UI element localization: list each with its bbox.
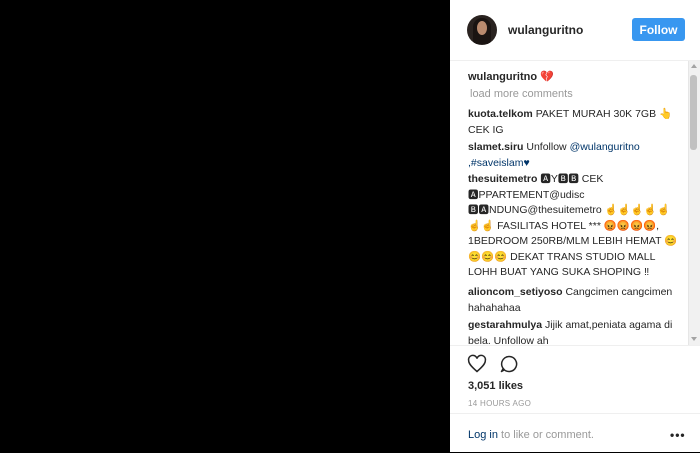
more-options-icon[interactable]: •••	[670, 428, 686, 442]
header-username[interactable]: wulanguritno	[508, 23, 583, 37]
comments-list[interactable]: wulanguritno 💔 load more comments kuota.…	[450, 61, 687, 345]
comment-text: Unfollow	[526, 141, 570, 153]
comment-username[interactable]: alioncom_setiyoso	[468, 286, 563, 298]
caption-username[interactable]: wulanguritno	[468, 71, 537, 83]
caption-text: 💔	[540, 71, 554, 83]
post-panel: wulanguritno Follow wulanguritno 💔 load …	[450, 0, 700, 452]
login-text: to like or comment.	[497, 429, 594, 441]
scroll-up-icon[interactable]	[691, 64, 697, 68]
comments-scrollbar[interactable]	[688, 61, 700, 345]
comment-item: slamet.siru Unfollow @wulanguritno ,#sav…	[468, 140, 682, 171]
comment-item: gestarahmulya Jijik amat,peniata agama d…	[468, 318, 682, 345]
post-header: wulanguritno Follow	[450, 0, 700, 61]
comment-icon[interactable]	[499, 354, 519, 374]
scrollbar-thumb[interactable]	[690, 75, 697, 150]
scroll-down-icon[interactable]	[691, 337, 697, 341]
post-footer: Log in to like or comment. •••	[450, 413, 700, 453]
login-link[interactable]: Log in	[468, 429, 498, 441]
post-media	[0, 0, 450, 452]
comment-username[interactable]: gestarahmulya	[468, 319, 542, 331]
heart-icon[interactable]	[467, 354, 487, 374]
comment-username[interactable]: thesuitemetro	[468, 173, 537, 185]
avatar-face	[477, 21, 487, 35]
comment-item: alioncom_setiyoso Cangcimen cangcimen ha…	[468, 285, 682, 316]
comment-username[interactable]: slamet.siru	[468, 141, 523, 153]
comment-text: 🅰Y🅱🅱 CEK 🅰PPARTEMENT@udisc 🅱🅰NDUNG@thesu…	[468, 173, 678, 278]
comment-username[interactable]: kuota.telkom	[468, 108, 533, 120]
avatar[interactable]	[467, 15, 497, 45]
post-actions: 3,051 likes 14 HOURS AGO	[450, 345, 700, 416]
caption: wulanguritno 💔	[468, 70, 554, 83]
likes-count[interactable]: 3,051 likes	[468, 380, 523, 392]
login-prompt: Log in to like or comment.	[468, 429, 594, 441]
comment-item: kuota.telkom PAKET MURAH 30K 7GB 👆CEK IG	[468, 107, 682, 138]
load-more-comments[interactable]: load more comments	[470, 88, 573, 100]
post-timestamp: 14 HOURS AGO	[468, 399, 532, 408]
follow-button[interactable]: Follow	[632, 18, 685, 41]
comment-item: thesuitemetro 🅰Y🅱🅱 CEK 🅰PPARTEMENT@udisc…	[468, 172, 682, 281]
